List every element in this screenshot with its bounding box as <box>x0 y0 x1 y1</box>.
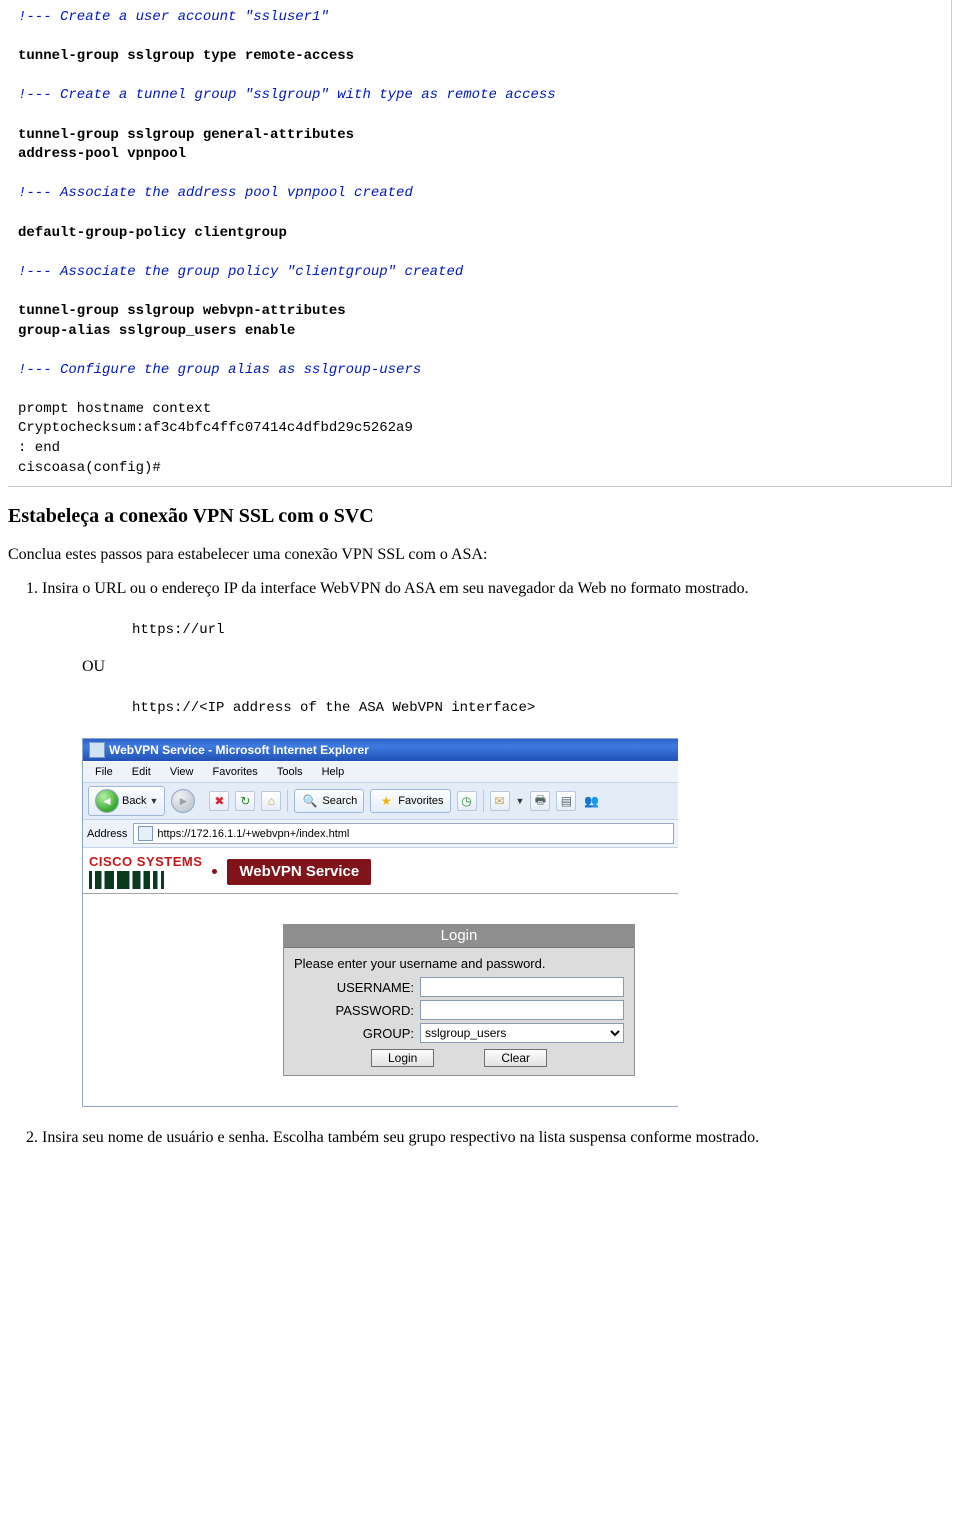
address-value: https://172.16.1.1/+webvpn+/index.html <box>157 828 349 840</box>
browser-menubar: File Edit View Favorites Tools Help <box>83 761 678 782</box>
cisco-logo: CISCO SYSTEMS <box>89 854 202 889</box>
mail-icon[interactable]: ✉ <box>490 791 510 811</box>
favorites-button[interactable]: ★ Favorites <box>370 789 450 813</box>
code-comment: !--- Create a user account "ssluser1" <box>18 8 943 28</box>
code-comment: !--- Configure the group alias as sslgro… <box>18 361 943 381</box>
code-line: address-pool vpnpool <box>18 145 943 165</box>
username-input[interactable] <box>420 977 624 997</box>
browser-title: WebVPN Service - Microsoft Internet Expl… <box>109 743 369 757</box>
logo-row: CISCO SYSTEMS WebVPN Service <box>83 848 678 894</box>
search-button[interactable]: 🔍 Search <box>294 789 364 813</box>
step-2-text: Insira seu nome de usuário e senha. Esco… <box>42 1129 759 1146</box>
page-content: CISCO SYSTEMS WebVPN Service Login Pleas… <box>83 848 678 1106</box>
cisco-systems-text: CISCO SYSTEMS <box>89 854 202 869</box>
browser-titlebar: WebVPN Service - Microsoft Internet Expl… <box>83 739 678 761</box>
history-icon[interactable]: ◷ <box>457 791 477 811</box>
menu-favorites[interactable]: Favorites <box>205 764 266 780</box>
password-input[interactable] <box>420 1000 624 1020</box>
username-label: USERNAME: <box>294 980 420 995</box>
code-line: prompt hostname context <box>18 400 943 420</box>
page-icon <box>138 826 153 841</box>
back-arrow-icon: ◄ <box>95 789 119 813</box>
or-label: OU <box>82 658 952 676</box>
page-icon <box>89 742 105 758</box>
home-icon[interactable]: ⌂ <box>261 791 281 811</box>
code-line: ciscoasa(config)# <box>18 459 943 479</box>
step-1-text: Insira o URL ou o endereço IP da interfa… <box>42 580 749 597</box>
menu-edit[interactable]: Edit <box>124 764 159 780</box>
login-title: Login <box>284 925 634 948</box>
star-icon: ★ <box>377 792 395 810</box>
search-label: Search <box>322 795 357 807</box>
login-panel: Login Please enter your username and pas… <box>283 924 635 1076</box>
forward-button[interactable]: ► <box>171 789 195 813</box>
menu-view[interactable]: View <box>162 764 202 780</box>
edit-icon[interactable]: ▤ <box>556 791 576 811</box>
url-example-1: https://url <box>132 622 952 638</box>
section-heading: Estabeleça a conexão VPN SSL com o SVC <box>8 505 952 528</box>
code-line: Cryptochecksum:af3c4bfc4ffc07414c4dfbd29… <box>18 419 943 439</box>
menu-file[interactable]: File <box>87 764 121 780</box>
step-2: Insira seu nome de usuário e senha. Esco… <box>42 1129 952 1147</box>
refresh-icon[interactable]: ↻ <box>235 791 255 811</box>
address-field[interactable]: https://172.16.1.1/+webvpn+/index.html <box>133 823 674 844</box>
menu-tools[interactable]: Tools <box>269 764 311 780</box>
address-bar: Address https://172.16.1.1/+webvpn+/inde… <box>83 820 678 848</box>
group-select[interactable]: sslgroup_users <box>420 1023 624 1043</box>
print-icon[interactable]: 🖶 <box>530 791 550 811</box>
url-example-2: https://<IP address of the ASA WebVPN in… <box>132 700 952 716</box>
toolbar-separator <box>483 790 484 812</box>
password-label: PASSWORD: <box>294 1003 420 1018</box>
code-line: tunnel-group sslgroup type remote-access <box>18 47 943 67</box>
favorites-label: Favorites <box>398 795 443 807</box>
step-1: Insira o URL ou o endereço IP da interfa… <box>42 580 952 1107</box>
group-label: GROUP: <box>294 1026 420 1041</box>
clear-button[interactable]: Clear <box>484 1049 547 1067</box>
browser-toolbar: ◄ Back ▼ ► ✖ ↻ ⌂ 🔍 Search ★ Favorites <box>83 782 678 820</box>
code-comment: !--- Create a tunnel group "sslgroup" wi… <box>18 86 943 106</box>
code-comment: !--- Associate the group policy "clientg… <box>18 263 943 283</box>
cisco-bars-icon <box>89 871 167 889</box>
browser-window: WebVPN Service - Microsoft Internet Expl… <box>82 738 678 1107</box>
code-comment: !--- Associate the address pool vpnpool … <box>18 184 943 204</box>
code-line: default-group-policy clientgroup <box>18 224 943 244</box>
code-line: tunnel-group sslgroup webvpn-attributes <box>18 302 943 322</box>
chevron-down-icon: ▼ <box>149 796 158 806</box>
login-button[interactable]: Login <box>371 1049 434 1067</box>
back-button[interactable]: ◄ Back ▼ <box>88 786 165 816</box>
login-prompt: Please enter your username and password. <box>294 956 624 971</box>
chevron-down-icon[interactable]: ▼ <box>516 796 525 806</box>
code-line: group-alias sslgroup_users enable <box>18 322 943 342</box>
bullet-icon <box>212 869 217 874</box>
messenger-icon[interactable]: 👥 <box>582 792 600 810</box>
search-icon: 🔍 <box>301 792 319 810</box>
toolbar-separator <box>287 790 288 812</box>
config-code-block: !--- Create a user account "ssluser1" tu… <box>8 0 952 487</box>
address-label: Address <box>87 828 127 840</box>
stop-icon[interactable]: ✖ <box>209 791 229 811</box>
code-line: tunnel-group sslgroup general-attributes <box>18 126 943 146</box>
menu-help[interactable]: Help <box>314 764 353 780</box>
intro-paragraph: Conclua estes passos para estabelecer um… <box>8 546 952 564</box>
webvpn-service-badge: WebVPN Service <box>227 859 371 885</box>
back-label: Back <box>122 795 146 807</box>
code-line: : end <box>18 439 943 459</box>
